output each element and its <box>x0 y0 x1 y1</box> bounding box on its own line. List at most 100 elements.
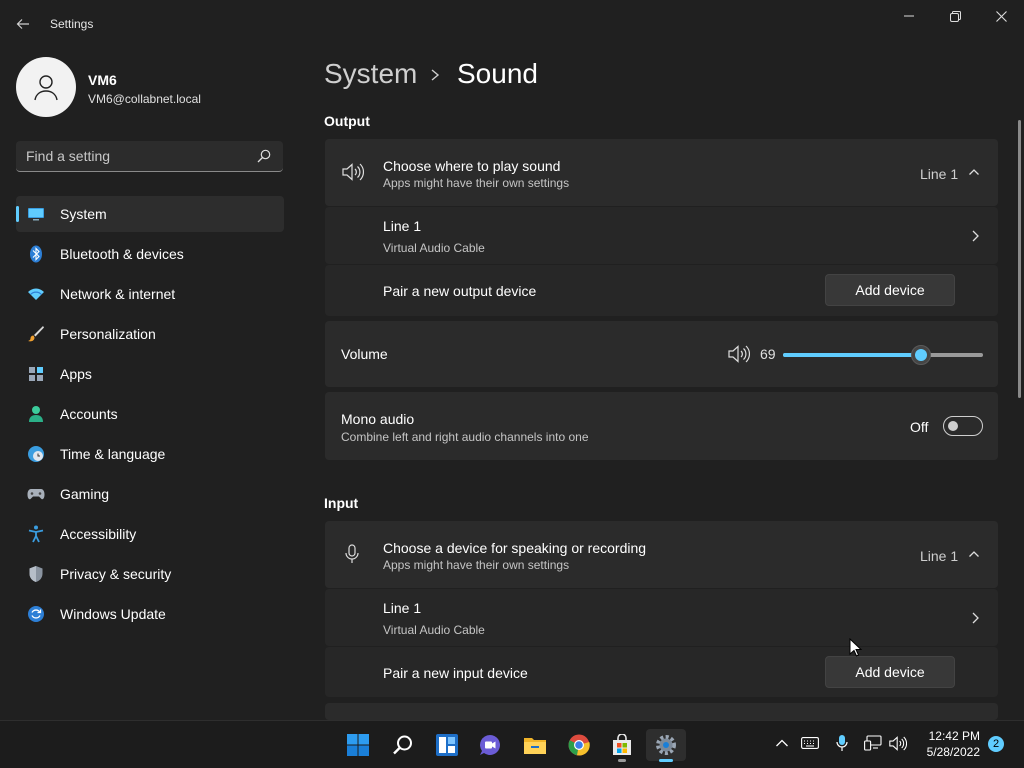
sidebar-item-personalization[interactable]: Personalization <box>16 316 284 352</box>
taskbar-file-explorer[interactable] <box>515 729 555 761</box>
start-icon <box>347 734 369 756</box>
sidebar-item-gaming[interactable]: Gaming <box>16 476 284 512</box>
sidebar-item-label: System <box>60 206 107 222</box>
chevron-right-icon <box>972 612 979 624</box>
taskbar-chrome[interactable] <box>559 729 599 761</box>
minimize-icon <box>904 15 914 17</box>
sidebar-item-label: Network & internet <box>60 286 176 302</box>
input-choose-subtitle: Apps might have their own settings <box>383 558 570 572</box>
tray-microphone[interactable] <box>833 734 851 752</box>
tray-volume[interactable] <box>889 734 907 752</box>
output-choose-subtitle: Apps might have their own settings <box>383 176 570 190</box>
add-output-device-button[interactable]: Add device <box>825 274 955 306</box>
shield-icon <box>27 565 45 583</box>
search-input[interactable] <box>16 141 246 171</box>
mono-audio-state: Off <box>910 419 929 435</box>
title-bar: Settings <box>0 0 1024 48</box>
notification-badge[interactable]: 2 <box>988 736 1004 752</box>
app-title: Settings <box>50 17 94 31</box>
input-choose-title: Choose a device for speaking or recordin… <box>383 540 647 556</box>
store-icon <box>613 734 631 755</box>
maximize-icon <box>949 10 961 22</box>
chevron-up-icon[interactable] <box>968 549 980 559</box>
accessibility-icon <box>27 525 45 543</box>
input-device-selector[interactable]: Choose a device for speaking or recordin… <box>325 521 998 588</box>
scrollbar[interactable] <box>1018 120 1021 398</box>
input-device-name: Line 1 <box>383 600 422 616</box>
gamepad-icon <box>27 485 45 503</box>
tray-keyboard[interactable] <box>801 734 819 752</box>
search-icon[interactable] <box>256 148 272 164</box>
bluetooth-icon <box>27 245 45 263</box>
sidebar-item-system[interactable]: System <box>16 196 284 232</box>
settings-gear-icon <box>656 735 676 755</box>
pair-output-row: Pair a new output device Add device <box>325 265 998 316</box>
mono-audio-toggle[interactable] <box>943 416 983 436</box>
sidebar-item-label: Accounts <box>60 406 118 422</box>
microphone-icon <box>836 735 848 751</box>
next-card-partial <box>325 703 998 720</box>
sidebar-item-label: Bluetooth & devices <box>60 246 184 262</box>
taskbar-widgets[interactable] <box>427 729 467 761</box>
sidebar-item-label: Privacy & security <box>60 566 172 582</box>
taskbar-search[interactable] <box>383 729 423 761</box>
volume-slider-thumb[interactable] <box>911 345 931 365</box>
file-explorer-icon <box>524 738 546 754</box>
network-icon <box>864 735 882 751</box>
taskbar-settings[interactable] <box>646 729 686 762</box>
add-input-device-button[interactable]: Add device <box>825 656 955 688</box>
output-section-title: Output <box>324 113 370 129</box>
sidebar-item-accounts[interactable]: Accounts <box>16 396 284 432</box>
tray-network[interactable] <box>864 734 882 752</box>
output-device-line1[interactable]: Line 1 Virtual Audio Cable <box>325 207 998 264</box>
sidebar-item-accessibility[interactable]: Accessibility <box>16 516 284 552</box>
person-icon <box>34 75 58 101</box>
teams-chat-icon <box>480 735 500 755</box>
taskbar-teams-chat[interactable] <box>470 729 510 761</box>
sidebar-item-bluetooth[interactable]: Bluetooth & devices <box>16 236 284 272</box>
chevron-up-icon[interactable] <box>968 167 980 177</box>
breadcrumb-parent[interactable]: System <box>324 58 417 90</box>
sidebar-item-privacy-security[interactable]: Privacy & security <box>16 556 284 592</box>
input-device-line1[interactable]: Line 1 Virtual Audio Cable <box>325 589 998 646</box>
pair-output-title: Pair a new output device <box>383 283 537 299</box>
volume-speaker-icon[interactable] <box>728 345 750 363</box>
maximize-button[interactable] <box>932 0 978 32</box>
page-title: Sound <box>457 58 538 89</box>
clock-date[interactable]: 5/28/2022 <box>920 745 980 759</box>
sidebar-item-apps[interactable]: Apps <box>16 356 284 392</box>
volume-slider[interactable] <box>783 345 983 365</box>
output-device-name: Line 1 <box>383 218 422 234</box>
clock-time[interactable]: 12:42 PM <box>920 729 980 743</box>
globe-clock-icon <box>27 445 45 463</box>
pair-input-title: Pair a new input device <box>383 665 528 681</box>
search-box[interactable] <box>16 141 283 172</box>
account-icon <box>27 405 45 423</box>
input-section-title: Input <box>324 495 359 511</box>
sidebar-item-label: Accessibility <box>60 526 137 542</box>
sidebar-item-label: Apps <box>60 366 92 382</box>
chrome-icon <box>568 734 590 756</box>
close-button[interactable] <box>978 0 1024 32</box>
volume-value: 69 <box>760 346 776 362</box>
output-selected-device: Line 1 <box>920 166 959 182</box>
user-name: VM6 <box>88 72 117 88</box>
taskbar-start[interactable] <box>338 729 378 761</box>
output-device-selector[interactable]: Choose where to play sound Apps might ha… <box>325 139 998 206</box>
sidebar-item-windows-update[interactable]: Windows Update <box>16 596 284 632</box>
sidebar-nav: System Bluetooth & devices Network & int… <box>16 196 284 636</box>
chevron-up-icon <box>776 739 788 747</box>
minimize-button[interactable] <box>886 0 932 32</box>
taskbar-store[interactable] <box>602 729 642 762</box>
tray-overflow-button[interactable] <box>773 734 791 752</box>
wifi-icon <box>27 285 45 303</box>
sidebar-item-time-language[interactable]: Time & language <box>16 436 284 472</box>
avatar[interactable] <box>16 57 76 117</box>
chevron-right-icon <box>431 69 440 81</box>
microphone-icon <box>345 544 359 563</box>
sidebar-item-label: Personalization <box>60 326 156 342</box>
volume-title: Volume <box>341 346 388 362</box>
sidebar-item-network[interactable]: Network & internet <box>16 276 284 312</box>
apps-icon <box>27 365 45 383</box>
back-button[interactable] <box>8 10 38 38</box>
